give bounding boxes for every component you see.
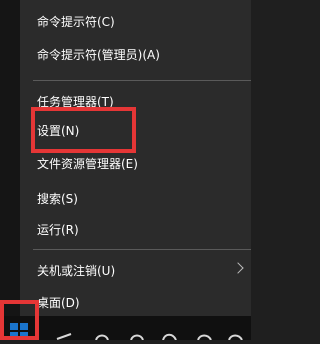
menu-item-desktop[interactable]: 桌面(D) — [20, 289, 251, 317]
menu-item-run[interactable]: 运行(R) — [20, 216, 251, 244]
menu-separator — [33, 80, 251, 81]
menu-item-shutdown-or-sign-out[interactable]: 关机或注销(U) — [20, 257, 251, 285]
menu-item-label: 关机或注销(U) — [37, 264, 116, 278]
menu-item-settings[interactable]: 设置(N) — [20, 117, 251, 145]
menu-item-label: 任务管理器(T) — [37, 95, 114, 109]
chevron-right-icon — [232, 262, 244, 274]
menu-item-task-manager[interactable]: 任务管理器(T) — [20, 88, 251, 116]
taskbar-icons-strip — [56, 333, 243, 340]
menu-item-label: 运行(R) — [37, 223, 79, 237]
windows-logo-icon[interactable] — [5, 319, 33, 340]
menu-item-label: 命令提示符(C) — [37, 15, 115, 29]
menu-item-label: 搜索(S) — [37, 192, 78, 206]
menu-item-label: 设置(N) — [37, 124, 80, 138]
menu-item-file-explorer[interactable]: 文件资源管理器(E) — [20, 150, 251, 178]
menu-item-label: 桌面(D) — [37, 296, 80, 310]
menu-item-command-prompt-admin[interactable]: 命令提示符(管理员)(A) — [20, 41, 251, 69]
menu-item-label: 命令提示符(管理员)(A) — [37, 48, 160, 62]
screen: { "menu": { "items": [ {"label": "命令提示符(… — [0, 0, 251, 340]
taskbar — [0, 316, 251, 340]
menu-item-label: 文件资源管理器(E) — [37, 157, 138, 171]
desktop-edge — [0, 0, 20, 340]
menu-separator — [33, 249, 251, 250]
menu-item-search[interactable]: 搜索(S) — [20, 185, 251, 213]
start-context-menu: 命令提示符(C) 命令提示符(管理员)(A) 任务管理器(T) 设置(N) 文件… — [20, 0, 251, 316]
menu-item-command-prompt[interactable]: 命令提示符(C) — [20, 8, 251, 36]
